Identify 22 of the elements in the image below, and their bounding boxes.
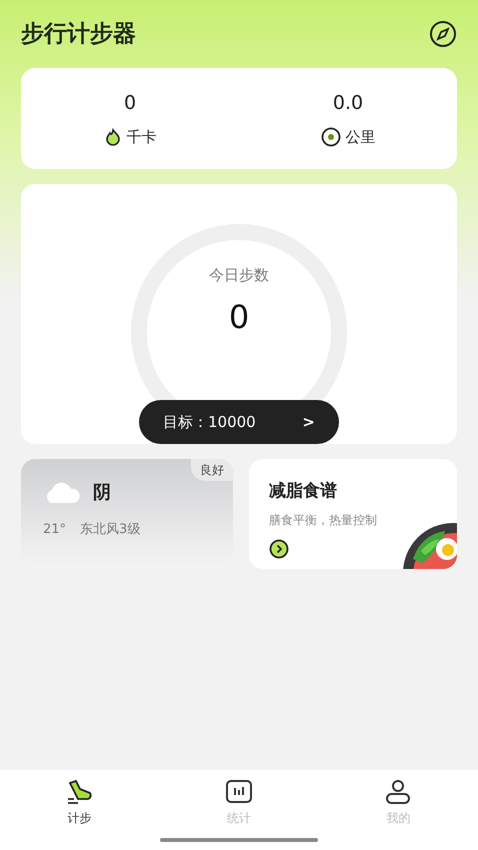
target-icon [320,126,340,147]
app-title: 步行计步器 [21,20,136,49]
stat-unit: 千卡 [126,126,156,148]
air-quality-badge: 良好 [191,459,233,481]
stat-unit: 公里 [346,126,376,148]
stat-value: 0 [124,91,136,116]
temperature: 21° [43,521,66,539]
recipe-title: 减脂食谱 [269,480,338,503]
weather-condition: 阴 [93,481,111,505]
stat-value: 0.0 [332,91,364,116]
shoe-icon [66,779,94,805]
recipe-card[interactable]: 减脂食谱 膳食平衡，热量控制 [249,459,457,569]
chart-icon [224,779,253,805]
wind-level: 东北风3级 [80,521,140,539]
person-icon [384,779,412,805]
recipe-subtitle: 膳食平衡，热量控制 [269,512,378,528]
goal-button[interactable]: 目标：10000 > [139,400,339,444]
steps-label: 今日步数 [209,265,269,286]
tab-item[interactable]: 计步 [0,778,160,850]
steps-count: 0 [228,296,250,338]
compass-icon[interactable] [429,20,457,48]
flame-icon [104,128,122,146]
